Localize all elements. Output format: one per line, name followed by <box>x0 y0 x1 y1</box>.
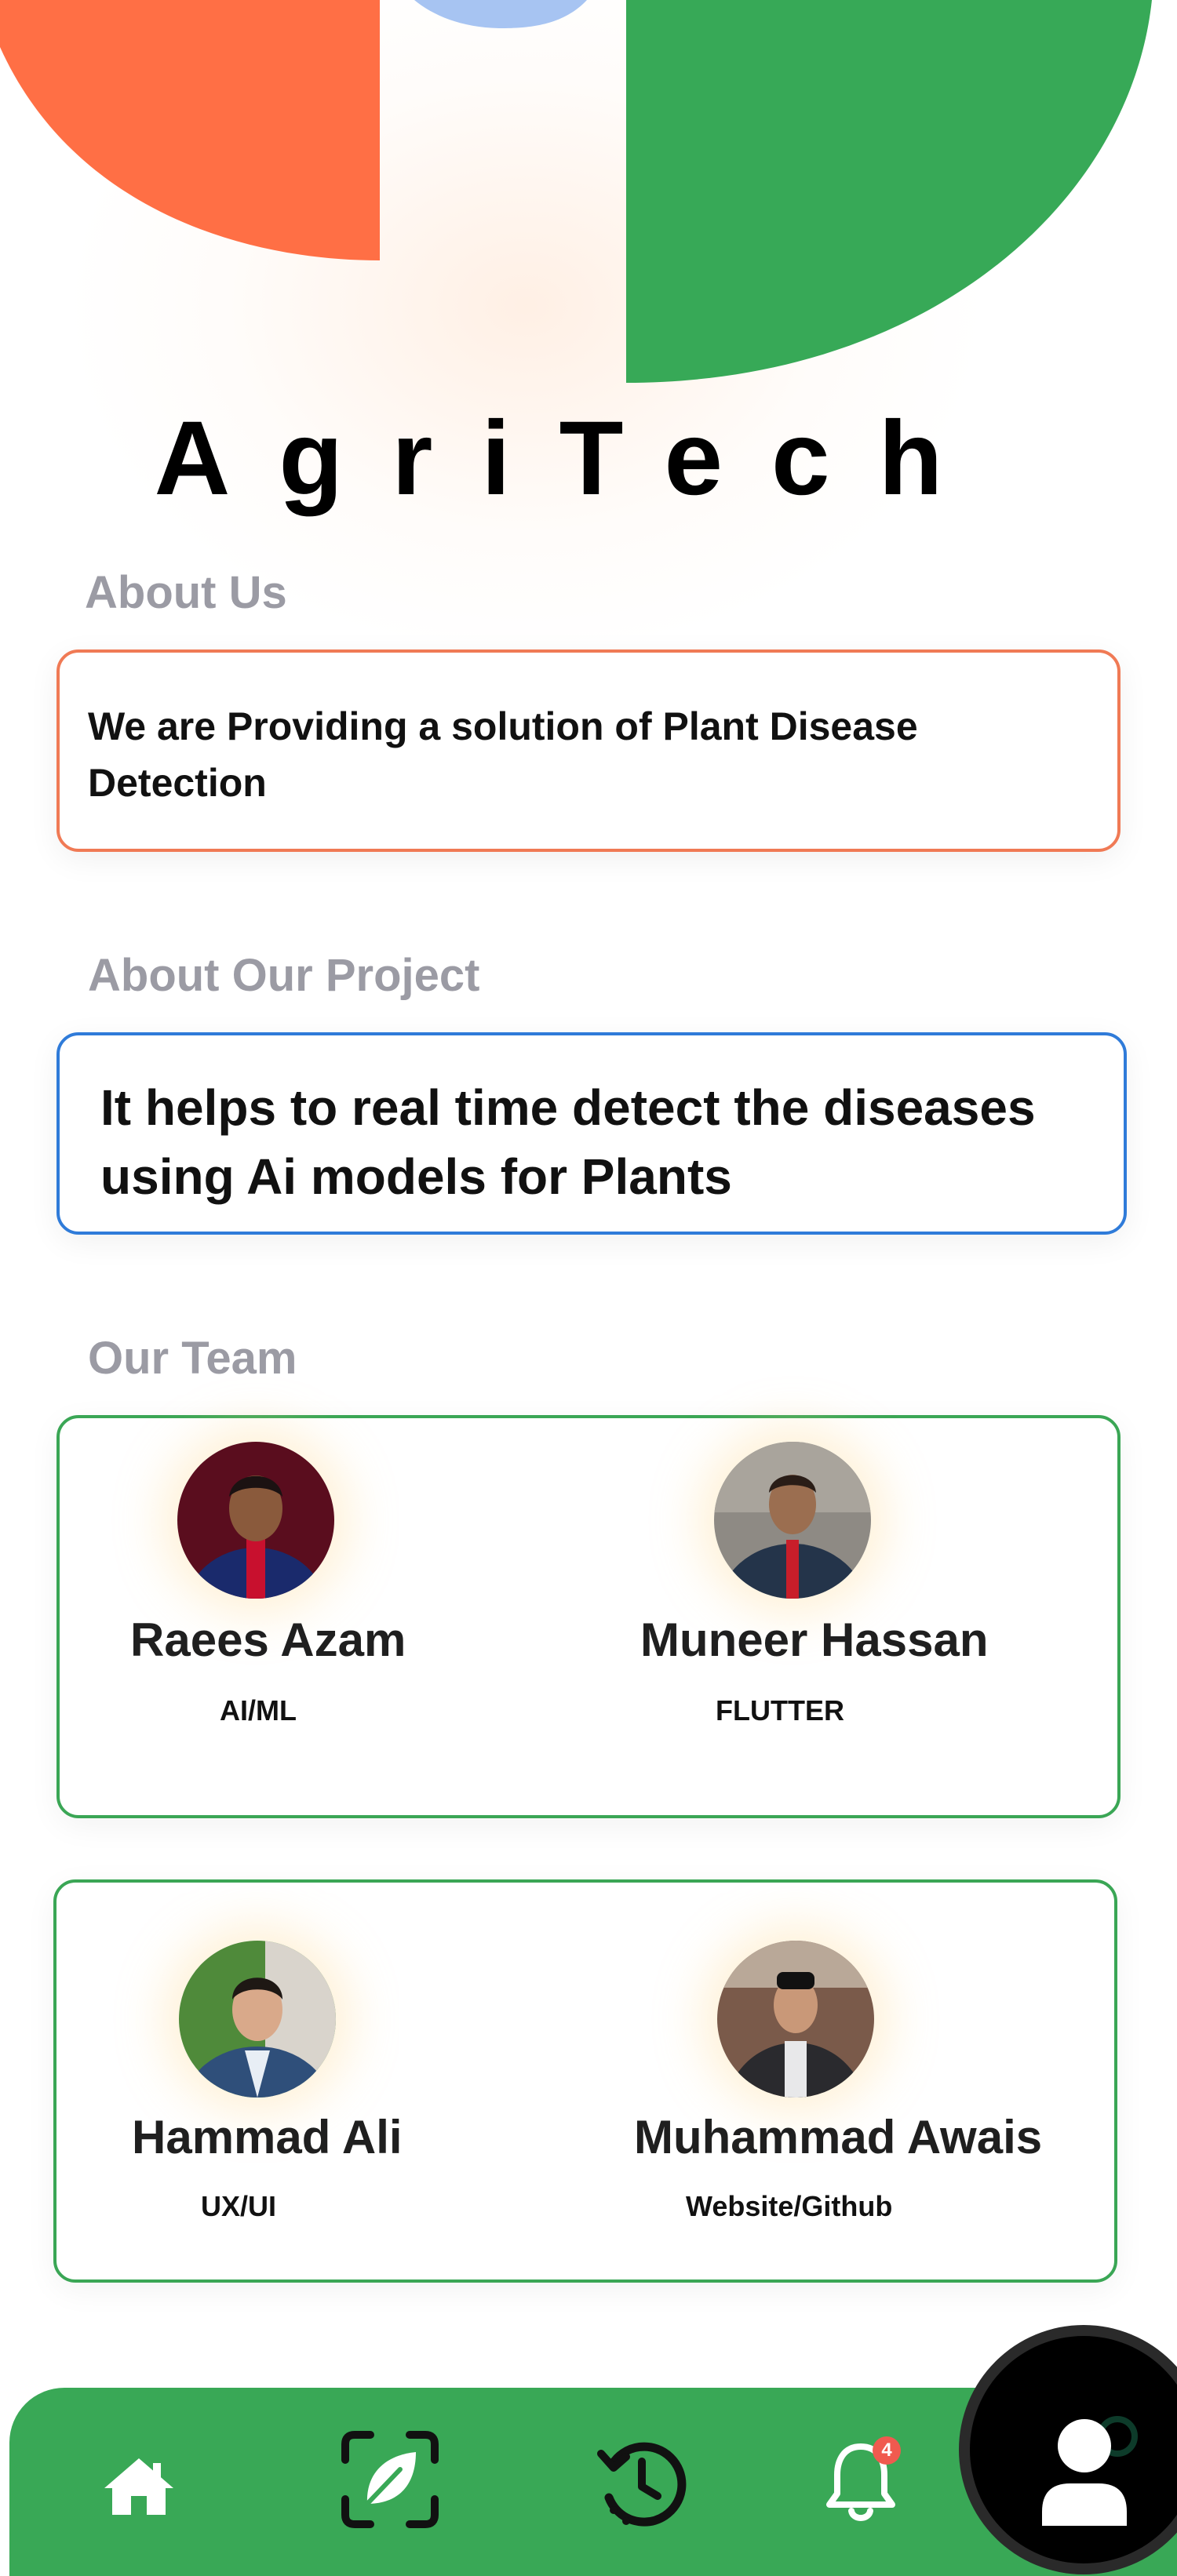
member-name: Raees Azam <box>130 1614 406 1666</box>
logo-green-leaf <box>626 0 1152 383</box>
member-role: FLUTTER <box>716 1694 844 1726</box>
profile-icon <box>1042 2416 1138 2526</box>
about-us-label: About Us <box>85 567 287 618</box>
avatar-photo <box>714 1442 871 1599</box>
app-title: AgriTech <box>154 400 992 517</box>
nav-history[interactable] <box>587 2429 697 2538</box>
avatar[interactable] <box>177 1442 334 1599</box>
about-project-card: It helps to real time detect the disease… <box>56 1032 1127 1235</box>
avatar-photo <box>179 1941 336 2098</box>
history-icon <box>597 2442 687 2527</box>
avatar-photo <box>717 1941 874 2098</box>
our-team-label: Our Team <box>88 1333 297 1384</box>
member-name: Hammad Ali <box>132 2111 403 2163</box>
leaf-scan-icon <box>341 2431 439 2528</box>
about-project-text: It helps to real time detect the disease… <box>100 1079 1036 1205</box>
app-logo <box>0 0 1152 383</box>
avatar[interactable] <box>717 1941 874 2098</box>
about-us-card: We are Providing a solution of Plant Dis… <box>56 649 1121 852</box>
nav-notifications[interactable]: 4 <box>810 2432 912 2534</box>
logo-orange-leaf <box>0 0 380 260</box>
avatar[interactable] <box>179 1941 336 2098</box>
logo-blue-circle <box>414 0 587 28</box>
member-role: Website/Github <box>686 2190 893 2222</box>
member-name: Muneer Hassan <box>640 1614 989 1666</box>
team-card: Raees Azam AI/ML Muneer Hassan FLUTTER <box>56 1415 1121 1818</box>
avatar-photo <box>177 1442 334 1599</box>
nav-profile-button[interactable] <box>970 2336 1177 2563</box>
nav-scan[interactable] <box>331 2421 449 2538</box>
notification-badge: 4 <box>873 2436 901 2465</box>
member-role: AI/ML <box>220 1694 297 1726</box>
about-project-label: About Our Project <box>88 950 480 1001</box>
member-name: Muhammad Awais <box>634 2111 1043 2163</box>
about-us-text: We are Providing a solution of Plant Dis… <box>88 704 918 805</box>
team-card: Hammad Ali UX/UI Muhammad Awais Website/… <box>53 1879 1117 2283</box>
avatar[interactable] <box>714 1442 871 1599</box>
home-icon <box>104 2458 173 2515</box>
member-role: UX/UI <box>201 2190 277 2222</box>
nav-home[interactable] <box>88 2440 190 2534</box>
